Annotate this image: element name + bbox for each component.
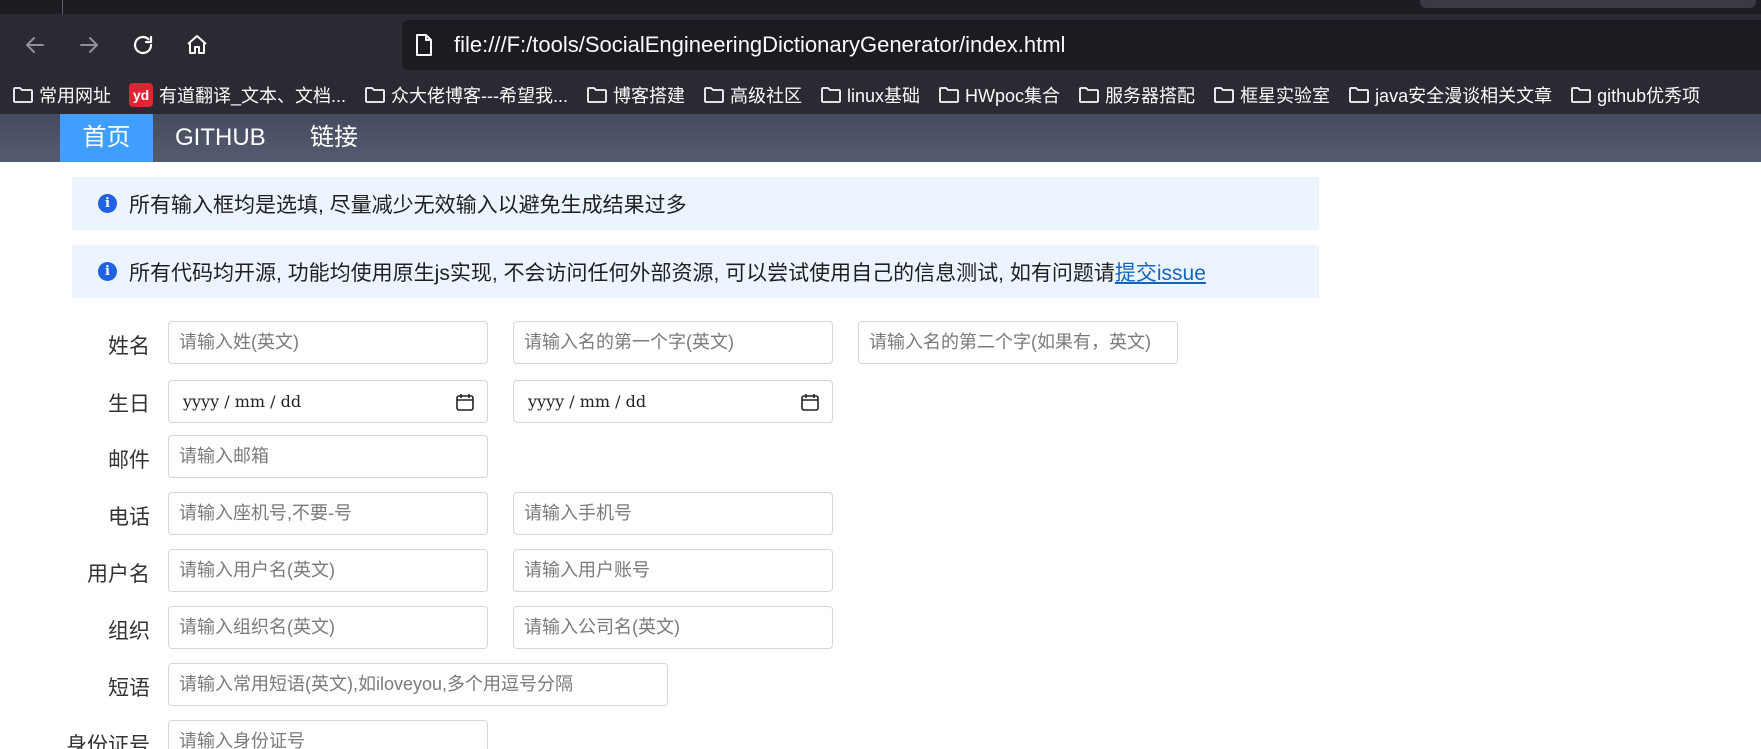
nav-links[interactable]: 链接 [310, 114, 358, 162]
given-name-first-input[interactable] [513, 321, 833, 364]
bookmark-label: HWpoc集合 [965, 86, 1061, 106]
bookmark-label: 众大佬博客---希望我... [391, 86, 569, 106]
birthday-date-input-1[interactable]: yyyy / mm / dd [168, 380, 488, 423]
tab-separator [62, 0, 63, 14]
bookmark-item[interactable]: java安全漫谈相关文章 [1348, 82, 1552, 108]
url-bar[interactable] [402, 20, 1761, 70]
bookmark-label: 有道翻译_文本、文档... [159, 86, 347, 106]
bookmark-label: java安全漫谈相关文章 [1375, 86, 1553, 106]
forward-button[interactable] [70, 26, 108, 64]
alert-text: 所有代码均开源, 功能均使用原生js实现, 不会访问任何外部资源, 可以尝试使用… [129, 261, 1115, 285]
back-button[interactable] [16, 26, 54, 64]
bookmark-item[interactable]: yd 有道翻译_文本、文档... [129, 82, 346, 108]
calendar-icon[interactable] [455, 392, 475, 412]
name-label: 姓名 [108, 335, 150, 358]
bookmark-item[interactable]: linux基础 [820, 82, 920, 108]
phrase-label: 短语 [108, 677, 150, 700]
tab-strip [0, 0, 1761, 14]
email-label: 邮件 [108, 449, 150, 472]
url-input[interactable] [454, 32, 1654, 58]
phrase-input[interactable] [168, 663, 668, 706]
date-placeholder: yyyy / mm / dd [183, 392, 302, 411]
folder-icon [13, 87, 33, 103]
page-icon [414, 32, 436, 58]
bookmark-item[interactable]: HWpoc集合 [938, 82, 1060, 108]
bookmarks-toolbar: 常用网址 yd 有道翻译_文本、文档... 众大佬博客---希望我... 博客搭建 高级社… [0, 76, 1761, 114]
folder-icon [1349, 87, 1369, 103]
bookmark-label: linux基础 [847, 86, 921, 106]
nav-github[interactable]: GITHUB [175, 114, 266, 162]
folder-icon [821, 87, 841, 103]
folder-icon [704, 87, 724, 103]
bookmark-item[interactable]: 众大佬博客---希望我... [364, 82, 568, 108]
submit-issue-link[interactable]: 提交issue [1115, 257, 1206, 287]
account-input[interactable] [513, 549, 833, 592]
bookmark-item[interactable]: 博客搭建 [586, 82, 685, 108]
idcard-input[interactable] [168, 720, 488, 749]
folder-icon [939, 87, 959, 103]
birthday-label: 生日 [108, 393, 150, 416]
youdao-icon: yd [129, 83, 153, 107]
date-placeholder: yyyy / mm / dd [528, 392, 647, 411]
home-button[interactable] [178, 26, 216, 64]
calendar-icon[interactable] [800, 392, 820, 412]
idcard-label: 身份证号 [66, 734, 150, 749]
org-label: 组织 [108, 620, 150, 643]
site-nav: 首页 GITHUB 链接 [0, 114, 1761, 162]
phone-label: 电话 [108, 506, 150, 529]
bookmark-label: 博客搭建 [613, 86, 686, 106]
folder-icon [587, 87, 607, 103]
folder-icon [1214, 87, 1234, 103]
bookmark-item[interactable]: 服务器搭配 [1078, 82, 1195, 108]
surname-input[interactable] [168, 321, 488, 364]
email-input[interactable] [168, 435, 488, 478]
folder-icon [1079, 87, 1099, 103]
org-input[interactable] [168, 606, 488, 649]
info-icon: i [98, 194, 117, 213]
bookmark-item[interactable]: github优秀项 [1570, 82, 1700, 108]
folder-icon [1571, 87, 1591, 103]
folder-icon [365, 87, 385, 103]
arrow-left-icon [26, 37, 44, 53]
birthday-date-input-2[interactable]: yyyy / mm / dd [513, 380, 833, 423]
info-alert-opensource: i 所有代码均开源, 功能均使用原生js实现, 不会访问任何外部资源, 可以尝试… [72, 245, 1319, 298]
home-icon [187, 35, 207, 54]
alert-text: 所有输入框均是选填, 尽量减少无效输入以避免生成结果过多 [129, 193, 687, 217]
reload-icon [133, 35, 153, 55]
username-label: 用户名 [87, 563, 150, 586]
bookmark-label: 常用网址 [39, 86, 111, 106]
mobile-input[interactable] [513, 492, 833, 535]
bookmark-label: github优秀项 [1597, 86, 1701, 106]
reload-button[interactable] [124, 26, 162, 64]
bookmark-item[interactable]: 常用网址 [12, 82, 111, 108]
bookmark-label: 框星实验室 [1240, 86, 1331, 106]
info-icon: i [98, 262, 117, 281]
bookmark-item[interactable]: 高级社区 [703, 82, 802, 108]
bookmark-label: 服务器搭配 [1105, 86, 1196, 106]
bookmark-label: 高级社区 [730, 86, 803, 106]
given-name-second-input[interactable] [858, 321, 1178, 364]
browser-toolbar [0, 14, 1761, 76]
landline-input[interactable] [168, 492, 488, 535]
username-input[interactable] [168, 549, 488, 592]
company-input[interactable] [513, 606, 833, 649]
bookmark-item[interactable]: 框星实验室 [1213, 82, 1330, 108]
tab-overflow-area[interactable] [1420, 0, 1756, 8]
nav-home[interactable]: 首页 [60, 114, 153, 162]
info-alert-optional: i 所有输入框均是选填, 尽量减少无效输入以避免生成结果过多 [72, 177, 1319, 230]
arrow-right-icon [80, 37, 98, 53]
